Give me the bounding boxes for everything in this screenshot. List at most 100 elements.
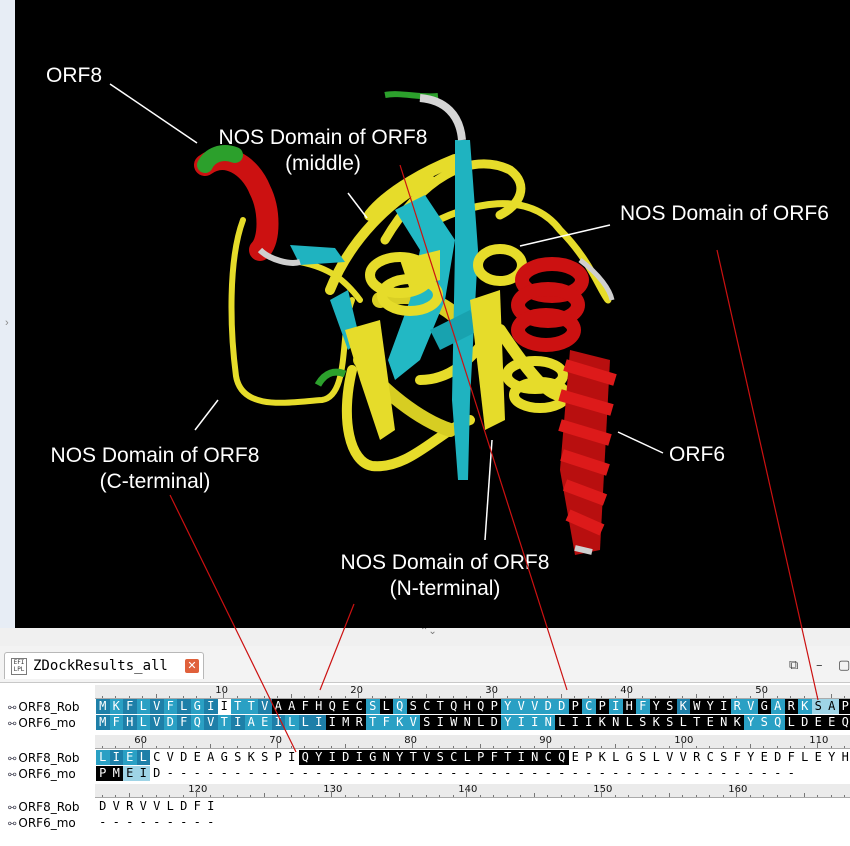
residue[interactable]: - — [204, 815, 218, 830]
residue[interactable]: V — [137, 799, 151, 814]
residue[interactable]: H — [460, 699, 474, 714]
residue[interactable]: V — [744, 699, 758, 714]
residue[interactable]: - — [636, 766, 650, 781]
residue[interactable]: - — [677, 766, 691, 781]
residue[interactable]: - — [420, 766, 434, 781]
residue[interactable]: M — [109, 766, 123, 781]
residue[interactable]: - — [231, 766, 245, 781]
residue[interactable]: V — [514, 699, 528, 714]
residue[interactable]: - — [353, 766, 367, 781]
residue[interactable]: Y — [312, 750, 326, 765]
residue[interactable]: - — [785, 766, 799, 781]
residue[interactable]: V — [258, 699, 272, 714]
residue[interactable]: - — [623, 766, 637, 781]
residue[interactable]: S — [811, 699, 825, 714]
residue[interactable]: L — [136, 750, 150, 765]
seq-row-orf8-block2[interactable]: LIELCVDEAGSKSPIQYIDIGNYTVSCLPFTINCQEPKLG… — [96, 750, 850, 765]
residue[interactable]: L — [460, 750, 474, 765]
residue[interactable]: K — [596, 750, 610, 765]
residue[interactable]: L — [298, 715, 312, 730]
residue[interactable]: S — [757, 715, 771, 730]
residue[interactable]: N — [541, 715, 555, 730]
residue[interactable]: V — [150, 699, 164, 714]
residue[interactable]: L — [609, 750, 623, 765]
restore-icon[interactable]: ⧉ — [789, 658, 798, 673]
residue[interactable]: S — [433, 750, 447, 765]
residue[interactable]: V — [663, 750, 677, 765]
tab-zdockresults[interactable]: EFI LPL ZDockResults_all ✕ — [4, 652, 204, 679]
structure-viewer[interactable]: › ORF8 NOS Domain of ORF8 (middle) NOS D… — [0, 0, 850, 628]
residue[interactable]: H — [839, 750, 850, 765]
residue[interactable]: D — [555, 699, 569, 714]
residue[interactable]: K — [595, 715, 609, 730]
residue[interactable]: E — [123, 766, 137, 781]
residue[interactable]: S — [406, 699, 420, 714]
residue[interactable]: I — [325, 750, 339, 765]
residue[interactable]: E — [825, 715, 839, 730]
residue[interactable]: P — [568, 699, 582, 714]
residue[interactable]: L — [177, 699, 191, 714]
residue[interactable]: D — [798, 715, 812, 730]
residue[interactable]: F — [785, 750, 799, 765]
residue[interactable]: F — [379, 715, 393, 730]
residue[interactable]: - — [528, 766, 542, 781]
residue[interactable]: I — [285, 750, 299, 765]
seq-name-orf8[interactable]: ⚯ ORF8_Rob — [8, 700, 79, 714]
residue[interactable]: N — [528, 750, 542, 765]
residue[interactable]: N — [379, 750, 393, 765]
residue[interactable]: C — [420, 699, 434, 714]
seq-name-orf6[interactable]: ⚯ ORF6_mo — [8, 716, 76, 730]
residue[interactable]: - — [542, 766, 556, 781]
residue[interactable]: S — [663, 715, 677, 730]
seq-name-orf6[interactable]: ⚯ ORF6_mo — [8, 767, 76, 781]
residue[interactable]: - — [434, 766, 448, 781]
residue[interactable]: E — [758, 750, 772, 765]
residue[interactable]: Q — [190, 715, 204, 730]
residue[interactable]: N — [609, 715, 623, 730]
residue[interactable]: - — [177, 766, 191, 781]
residue[interactable]: K — [109, 699, 123, 714]
residue[interactable]: F — [177, 715, 191, 730]
residue[interactable]: - — [204, 766, 218, 781]
residue[interactable]: E — [191, 750, 205, 765]
residue[interactable]: L — [96, 750, 110, 765]
residue[interactable]: D — [177, 799, 191, 814]
residue[interactable]: A — [271, 699, 285, 714]
residue[interactable]: W — [447, 715, 461, 730]
residue[interactable]: - — [731, 766, 745, 781]
residue[interactable]: F — [731, 750, 745, 765]
residue[interactable]: - — [501, 766, 515, 781]
residue[interactable]: T — [690, 715, 704, 730]
residue[interactable]: H — [622, 699, 636, 714]
residue[interactable]: - — [123, 815, 137, 830]
residue[interactable]: - — [407, 766, 421, 781]
splitter-handle-icon[interactable]: ⌃⌄ — [420, 628, 437, 637]
residue[interactable]: Q — [474, 699, 488, 714]
residue[interactable]: Y — [744, 750, 758, 765]
residue[interactable]: I — [609, 699, 623, 714]
residue[interactable]: D — [541, 699, 555, 714]
residue[interactable]: A — [285, 699, 299, 714]
residue[interactable]: L — [136, 699, 150, 714]
residue[interactable]: C — [541, 750, 555, 765]
residue[interactable]: V — [420, 750, 434, 765]
residue[interactable]: T — [501, 750, 515, 765]
residue[interactable]: P — [96, 766, 110, 781]
residue[interactable]: S — [663, 699, 677, 714]
residue[interactable]: T — [231, 699, 245, 714]
residue[interactable]: - — [96, 815, 110, 830]
seq-name-orf8[interactable]: ⚯ ORF8_Rob — [8, 800, 79, 814]
residue[interactable]: - — [380, 766, 394, 781]
residue[interactable]: R — [123, 799, 137, 814]
residue[interactable]: F — [163, 699, 177, 714]
residue[interactable]: E — [258, 715, 272, 730]
residue[interactable]: - — [137, 815, 151, 830]
seq-row-orf6-block2[interactable]: PMEID-----------------------------------… — [96, 766, 798, 781]
residue[interactable]: P — [838, 699, 850, 714]
residue[interactable]: I — [528, 715, 542, 730]
residue[interactable]: P — [474, 750, 488, 765]
residue[interactable]: F — [298, 699, 312, 714]
residue[interactable]: R — [730, 699, 744, 714]
residue[interactable]: Q — [325, 699, 339, 714]
residue[interactable]: - — [366, 766, 380, 781]
